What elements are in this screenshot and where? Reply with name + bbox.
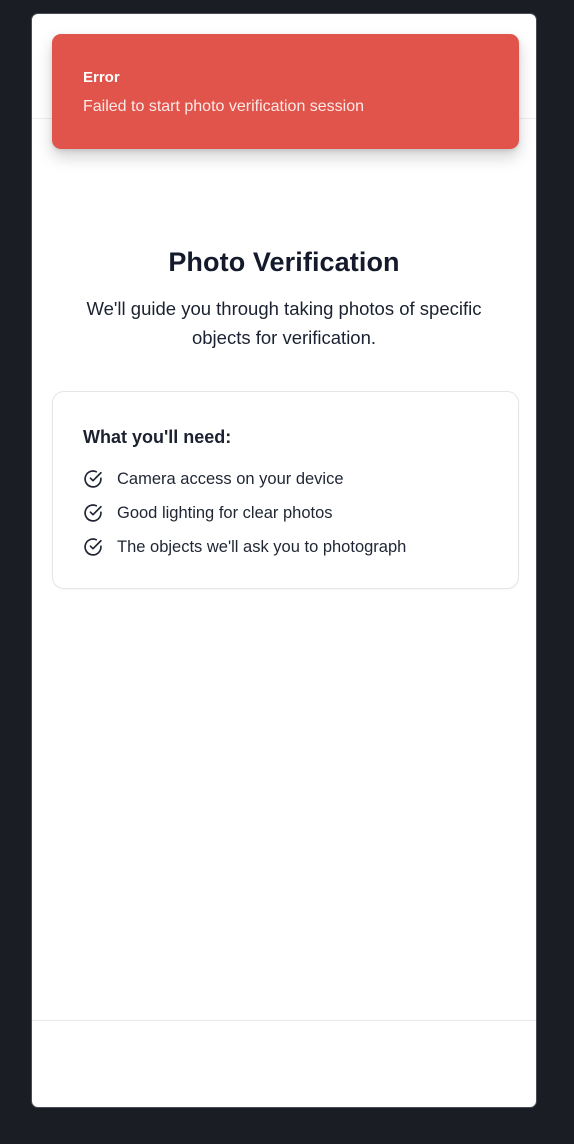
requirement-label: Good lighting for clear photos: [117, 503, 333, 522]
toast-message: Failed to start photo verification sessi…: [83, 98, 365, 115]
page-subtitle: We'll guide you through taking photos of…: [86, 298, 482, 348]
check-circle-icon: [84, 504, 102, 522]
list-item: The objects we'll ask you to photograph: [83, 530, 518, 564]
check-circle-icon: [84, 538, 102, 556]
list-item: Good lighting for clear photos: [83, 496, 518, 530]
page-title: Photo Verification: [168, 247, 400, 277]
requirements-list: Camera access on your device Good lighti…: [83, 462, 518, 564]
requirement-label: The objects we'll ask you to photograph: [117, 537, 407, 556]
requirements-card: What you'll need: Camera access on your …: [52, 391, 519, 589]
requirement-label: Camera access on your device: [117, 469, 344, 488]
list-item: Camera access on your device: [83, 462, 518, 496]
footer-divider: [32, 1020, 536, 1021]
check-circle-icon: [84, 470, 102, 488]
requirements-heading: What you'll need:: [83, 427, 232, 447]
toast-title: Error: [83, 69, 120, 86]
error-toast[interactable]: Error Failed to start photo verification…: [52, 34, 519, 149]
app-window: Error Failed to start photo verification…: [31, 13, 537, 1108]
